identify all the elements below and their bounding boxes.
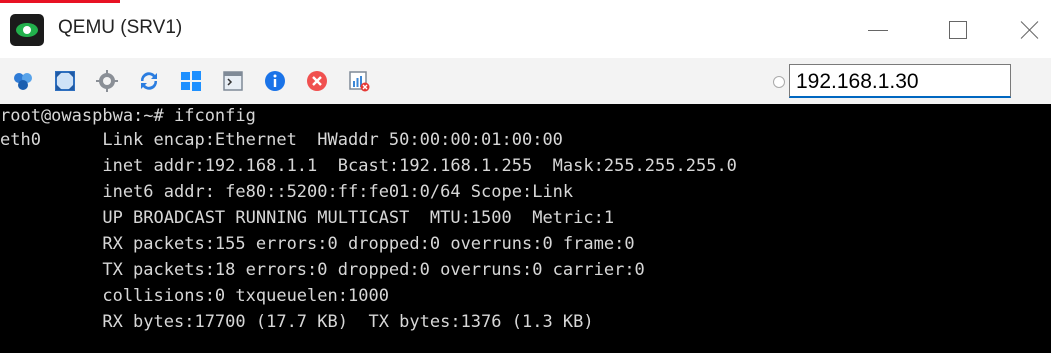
toolbar	[0, 58, 1051, 104]
terminal-line: RX bytes:17700 (17.7 KB) TX bytes:1376 (…	[0, 312, 594, 332]
stats-button[interactable]	[346, 68, 372, 94]
title-accent-strip	[0, 0, 120, 3]
maximize-icon	[949, 21, 967, 39]
maximize-button[interactable]	[938, 14, 978, 46]
close-icon	[1020, 20, 1040, 40]
terminal-line: collisions:0 txqueuelen:1000	[0, 286, 389, 306]
windows-icon	[181, 71, 201, 91]
ip-radio[interactable]	[773, 76, 785, 88]
info-icon	[265, 71, 285, 91]
window-title: QEMU (SRV1)	[58, 17, 183, 38]
terminal-line: RX packets:155 errors:0 dropped:0 overru…	[0, 234, 635, 254]
info-button[interactable]	[262, 68, 288, 94]
terminal-line: inet addr:192.168.1.1 Bcast:192.168.1.25…	[0, 156, 737, 176]
console-icon	[223, 71, 243, 91]
fullscreen-button[interactable]	[52, 68, 78, 94]
terminal-line: TX packets:18 errors:0 dropped:0 overrun…	[0, 260, 645, 280]
minimize-button[interactable]	[858, 14, 898, 46]
qemu-app-icon	[10, 14, 44, 46]
settings-button[interactable]	[94, 68, 120, 94]
title-bar: QEMU (SRV1)	[0, 0, 1051, 58]
terminal-line: inet6 addr: fe80::5200:ff:fe01:0/64 Scop…	[0, 182, 574, 202]
stop-button[interactable]	[304, 68, 330, 94]
windows-button[interactable]	[178, 68, 204, 94]
close-button[interactable]	[1010, 14, 1050, 46]
stop-icon	[307, 71, 327, 91]
minimize-icon	[868, 29, 888, 31]
settings-gear-icon	[96, 70, 118, 92]
terminal-line: UP BROADCAST RUNNING MULTICAST MTU:1500 …	[0, 208, 615, 228]
vms-button[interactable]	[10, 68, 36, 94]
qemu-window: QEMU (SRV1) 192.168.1.30 root@owaspbwa:~…	[0, 0, 1051, 353]
fullscreen-icon	[55, 71, 75, 91]
terminal-console[interactable]: root@owaspbwa:~# ifconfig eth0 Link enca…	[0, 104, 1051, 353]
refresh-icon	[140, 72, 158, 90]
refresh-button[interactable]	[136, 68, 162, 94]
console-button[interactable]	[220, 68, 246, 94]
stats-icon	[349, 71, 370, 92]
terminal-line: root@owaspbwa:~# ifconfig	[0, 106, 256, 126]
ip-address-input[interactable]	[789, 64, 1011, 98]
terminal-line: eth0 Link encap:Ethernet HWaddr 50:00:00…	[0, 130, 563, 150]
vms-icon	[14, 73, 32, 90]
